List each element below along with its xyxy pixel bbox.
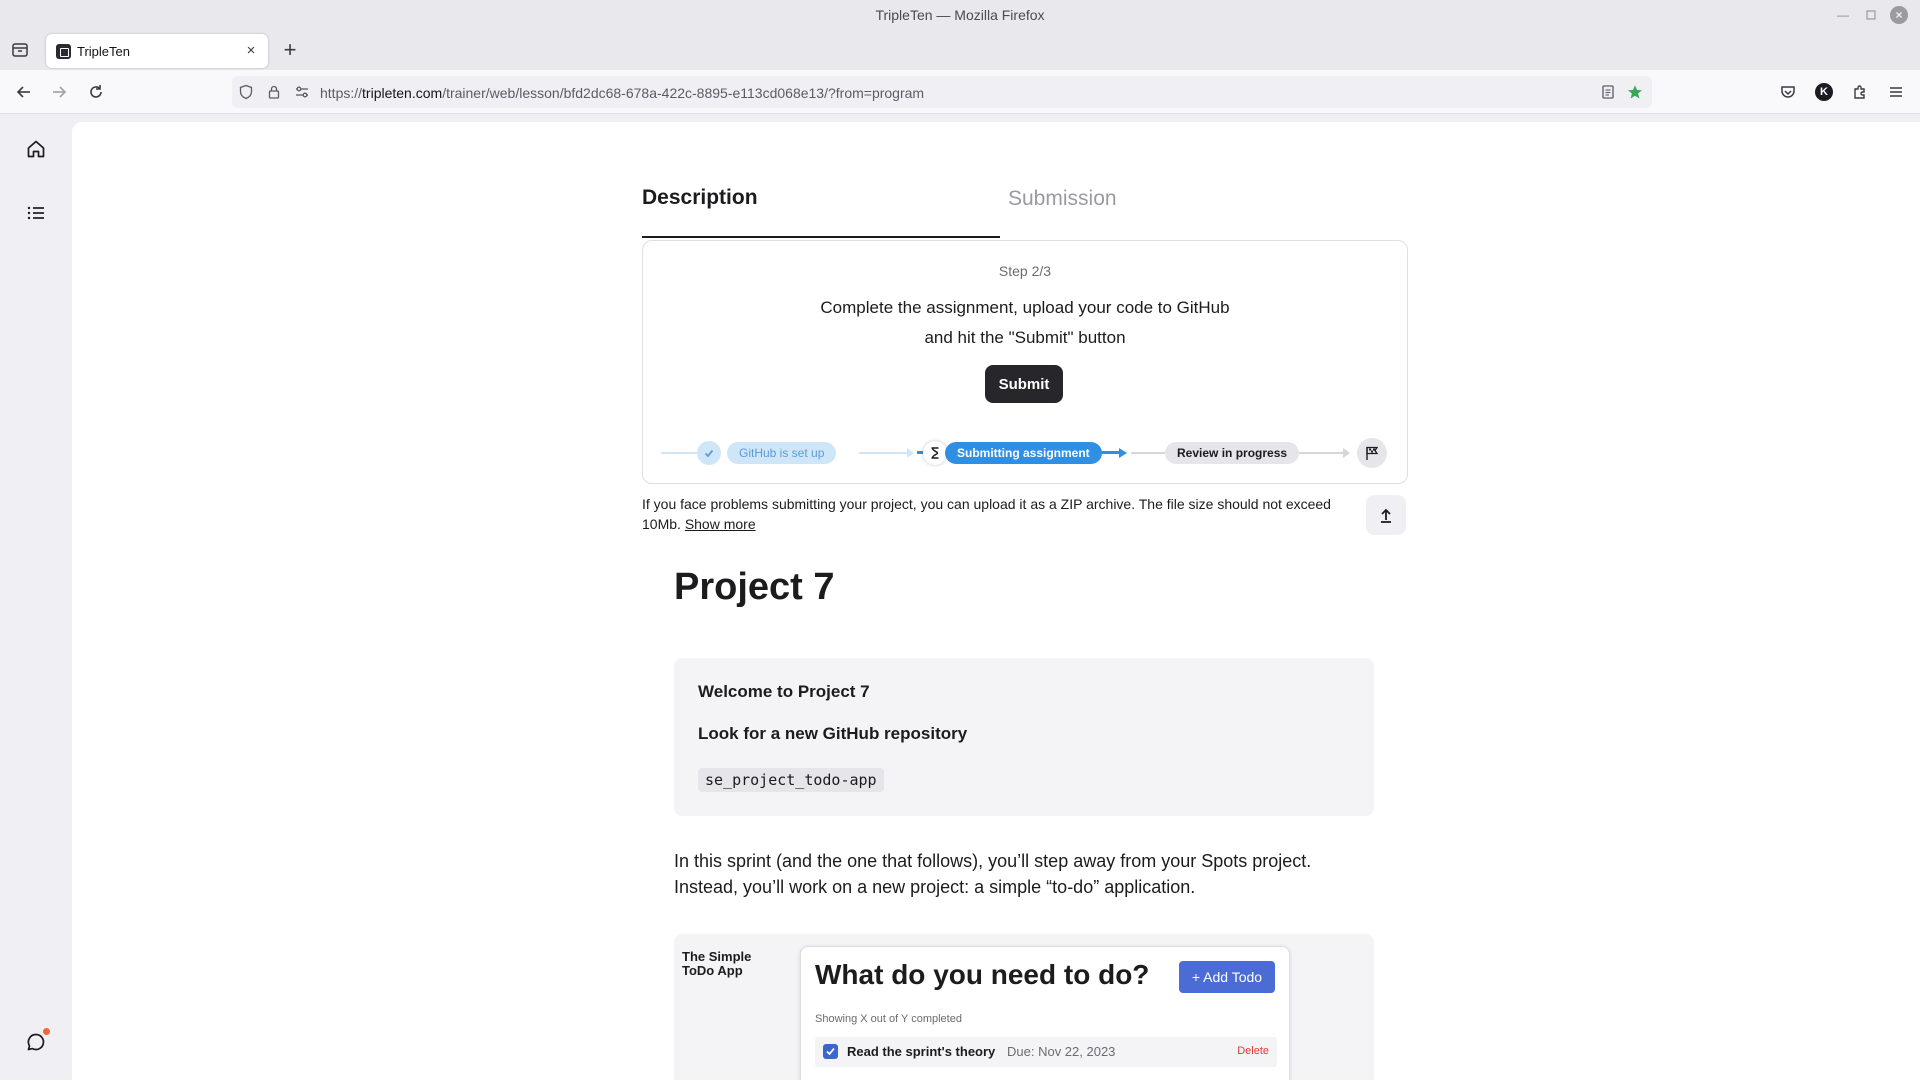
minimize-icon[interactable]: —	[1834, 6, 1852, 24]
preview-brand: The Simple ToDo App	[682, 949, 752, 978]
window-title: TripleTen — Mozilla Firefox	[875, 7, 1045, 23]
account-avatar-icon[interactable]: K	[1814, 82, 1834, 102]
step-counter: Step 2/3	[998, 263, 1052, 279]
tab-submission[interactable]: Submission	[1008, 182, 1408, 238]
step-review-in-progress: Review in progress	[1165, 442, 1300, 464]
zip-upload-note: If you face problems submitting your pro…	[642, 496, 1331, 532]
project-title: Project 7	[674, 566, 835, 608]
preview-todo-title: Read the sprint's theory	[847, 1044, 996, 1059]
submission-progress-tracker: GitHub is set up Submitting assignment R…	[661, 437, 1391, 469]
submission-step-card: Step 2/3 Complete the assignment, upload…	[642, 240, 1408, 484]
tripleten-favicon-icon	[56, 44, 71, 59]
repo-name-code: se_project_todo-app	[698, 768, 884, 792]
navigation-toolbar: https://tripleten.com/trainer/web/lesson…	[0, 70, 1920, 114]
bookmark-star-icon[interactable]	[1627, 84, 1643, 100]
preview-add-todo-button: + Add Todo	[1179, 961, 1275, 993]
app-sidebar	[0, 115, 72, 1080]
todo-app-preview-image: The Simple ToDo App What do you need to …	[674, 934, 1374, 1080]
step-github-setup: GitHub is set up	[727, 442, 837, 464]
hamburger-menu-icon[interactable]	[1886, 82, 1906, 102]
checkbox-checked-icon	[823, 1044, 838, 1059]
url-text: https://tripleten.com/trainer/web/lesson…	[320, 85, 925, 101]
permissions-icon[interactable]	[294, 84, 310, 100]
lock-icon[interactable]	[266, 84, 282, 100]
home-icon[interactable]	[22, 135, 50, 163]
reload-icon[interactable]	[86, 82, 106, 102]
upload-zip-button[interactable]	[1366, 495, 1406, 535]
preview-todo-due: Due: Nov 22, 2023	[1007, 1044, 1116, 1059]
notification-dot	[43, 1028, 50, 1035]
lesson-tabs: Description Submission	[642, 182, 1408, 238]
step-submitting-assignment: Submitting assignment	[945, 442, 1102, 464]
upload-arrow-icon	[1381, 508, 1391, 523]
step-done-check-icon	[697, 441, 721, 465]
lesson-content: Description Submission Step 2/3 Complete…	[72, 122, 1920, 1080]
finish-flag-icon	[1357, 438, 1387, 468]
tab-description[interactable]: Description	[642, 182, 1000, 238]
program-list-icon[interactable]	[22, 199, 50, 227]
tab-tripleten[interactable]: TripleTen ×	[46, 34, 268, 68]
forward-arrow-icon[interactable]	[49, 82, 69, 102]
tab-close-icon[interactable]: ×	[242, 42, 260, 60]
submit-button[interactable]: Submit	[985, 365, 1063, 403]
window-titlebar: TripleTen — Mozilla Firefox — ×	[0, 0, 1920, 30]
preview-todo-row: Read the sprint's theory Due: Nov 22, 20…	[815, 1037, 1277, 1067]
tab-label: TripleTen	[77, 44, 130, 59]
back-arrow-icon[interactable]	[14, 82, 34, 102]
preview-heading: What do you need to do?	[815, 959, 1150, 990]
chat-bubble-icon[interactable]	[22, 1028, 50, 1056]
extensions-puzzle-icon[interactable]	[1850, 82, 1870, 102]
intro-paragraph: In this sprint (and the one that follows…	[674, 851, 1312, 897]
preview-counter: Showing X out of Y completed	[815, 1013, 962, 1025]
show-more-link[interactable]: Show more	[685, 516, 756, 532]
tracking-protection-shield-icon[interactable]	[238, 84, 254, 100]
address-bar[interactable]: https://tripleten.com/trainer/web/lesson…	[232, 76, 1652, 108]
repo-heading: Look for a new GitHub repository	[698, 724, 968, 743]
step-current-hourglass-icon	[923, 441, 947, 465]
pocket-icon[interactable]	[1778, 82, 1798, 102]
preview-todo-delete: Delete	[1237, 1045, 1269, 1057]
welcome-heading: Welcome to Project 7	[698, 682, 870, 701]
new-tab-icon[interactable]: +	[280, 38, 300, 62]
step-instructions: Complete the assignment, upload your cod…	[820, 298, 1230, 347]
firefox-view-icon[interactable]	[10, 40, 30, 60]
window-close-icon[interactable]: ×	[1890, 6, 1908, 24]
maximize-icon[interactable]	[1862, 6, 1880, 24]
preview-mockup: What do you need to do? + Add Todo Showi…	[800, 946, 1290, 1080]
reader-view-icon[interactable]	[1600, 84, 1616, 100]
project-info-box: Welcome to Project 7 Look for a new GitH…	[674, 658, 1374, 816]
